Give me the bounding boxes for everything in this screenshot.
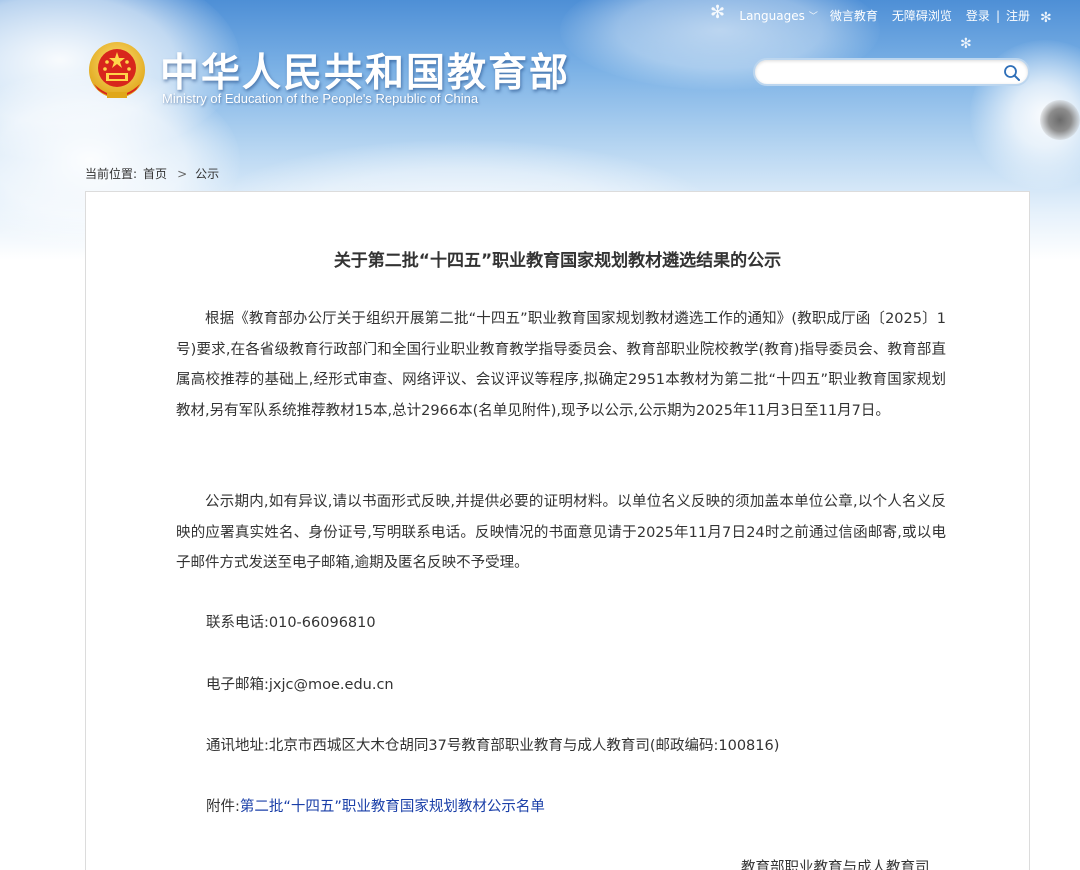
site-title-en: Ministry of Education of the People's Re… [162, 91, 479, 106]
seed-decoration: ✻ [960, 36, 972, 52]
breadcrumb-home-link[interactable]: 首页 [143, 167, 167, 181]
site-title-cn: 中华人民共和国教育部 [160, 51, 571, 96]
attachment-label: 附件: [206, 799, 240, 815]
login-link[interactable]: 登录 [966, 7, 990, 24]
article-paragraph-1: 根据《教育部办公厅关于组织开展第二批“十四五”职业教育国家规划教材遴选工作的通知… [176, 311, 946, 419]
attachment-link[interactable]: 第二批“十四五”职业教育国家规划教材公示名单 [240, 799, 545, 815]
link-separator: | [995, 8, 1000, 23]
article-panel: 关于第二批“十四五”职业教育国家规划教材遴选结果的公示 根据《教育部办公厅关于组… [85, 191, 1030, 870]
search-box [753, 58, 1030, 86]
contact-address: 通讯地址:北京市西城区大木仓胡同37号教育部职业教育与成人教育司(邮政编码:10… [206, 738, 780, 754]
languages-label: Languages [739, 8, 805, 23]
weibo-link[interactable]: 微言教育 [830, 7, 878, 24]
contact-email: 电子邮箱:jxjc@moe.edu.cn [206, 677, 394, 693]
search-input[interactable] [767, 60, 997, 84]
seed-decoration: ✻ [710, 2, 726, 23]
chevron-down-icon: ﹀ [808, 12, 818, 22]
breadcrumb-current[interactable]: 公示 [195, 167, 219, 181]
contact-phone: 联系电话:010-66096810 [206, 615, 376, 631]
national-emblem-icon [89, 42, 145, 98]
breadcrumb: 当前位置: 首页 > 公示 [85, 165, 225, 182]
accessibility-link[interactable]: 无障碍浏览 [892, 7, 952, 24]
dandelion-core-decoration [1040, 100, 1080, 140]
languages-dropdown[interactable]: Languages ﹀ [739, 9, 818, 23]
breadcrumb-label: 当前位置: [85, 167, 138, 181]
signature: 教育部职业教育与成人教育司 [741, 860, 930, 870]
register-link[interactable]: 注册 [1006, 7, 1030, 24]
attachment-line: 附件:第二批“十四五”职业教育国家规划教材公示名单 [206, 795, 545, 816]
article-paragraph-2: 公示期内,如有异议,请以书面形式反映,并提供必要的证明材料。以单位名义反映的须加… [176, 494, 946, 571]
top-links-bar: Languages ﹀ 微言教育 无障碍浏览 登录 | 注册 [739, 7, 1030, 24]
seed-decoration: ✻ [1040, 10, 1052, 26]
article-title: 关于第二批“十四五”职业教育国家规划教材遴选结果的公示 [333, 251, 782, 271]
search-icon[interactable] [1002, 63, 1022, 83]
breadcrumb-separator: > [177, 167, 188, 181]
